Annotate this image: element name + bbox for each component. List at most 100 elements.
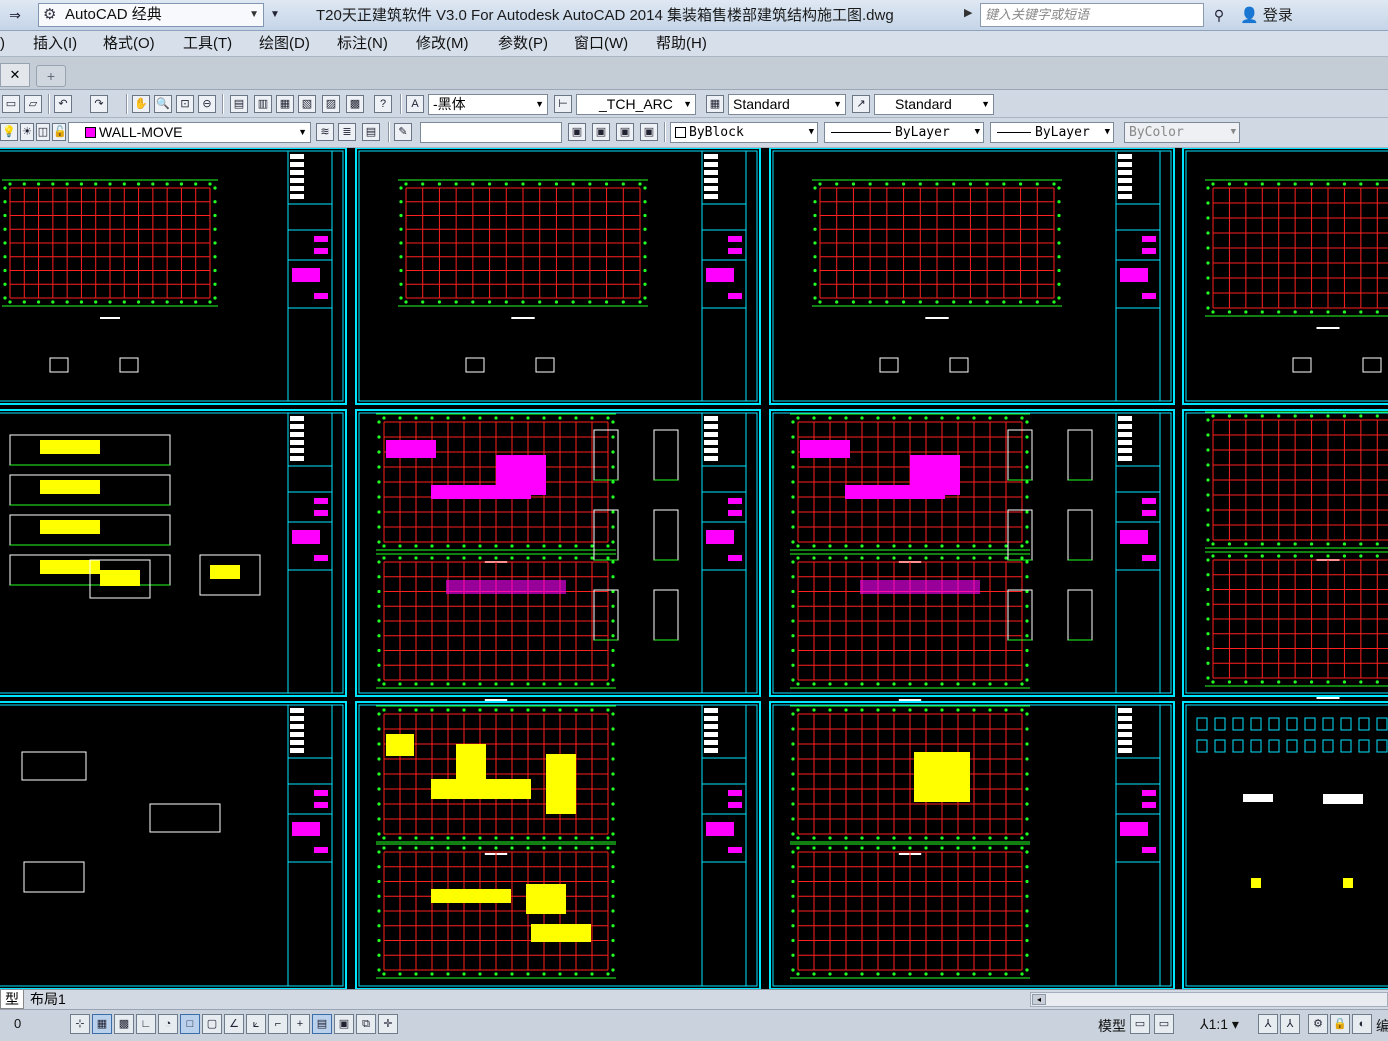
detail-section (653, 589, 679, 641)
new-document-tab-icon[interactable]: + (36, 65, 66, 87)
menu-item-window[interactable]: 窗口(W) (574, 31, 628, 57)
lineweight-select[interactable]: ByLayer ▼ (990, 122, 1114, 143)
tab-layout1[interactable]: 布局1 (26, 990, 70, 1009)
document-tab-close-icon[interactable]: ✕ (0, 63, 30, 87)
annotation-monitor-icon[interactable]: ✛ (378, 1014, 398, 1034)
infer-constraints-icon[interactable]: ⊹ (70, 1014, 90, 1034)
layer-viewport-icon[interactable]: ◫ (36, 123, 50, 141)
chevron-down-icon: ▼ (298, 127, 307, 137)
otrack-icon[interactable]: ∠ (224, 1014, 244, 1034)
workspace-selector[interactable]: ⚙ AutoCAD 经典 ▼ (38, 3, 264, 27)
layer-select[interactable]: WALL-MOVE ▼ (68, 122, 311, 143)
menu-item-edit-partial[interactable]: ) (0, 31, 5, 57)
chevron-right-icon[interactable]: ▶ (964, 6, 972, 19)
tool-icon-a[interactable]: ▣ (568, 123, 586, 141)
make-current-layer-icon[interactable]: ≋ (316, 123, 334, 141)
annotation-visibility-icon[interactable]: ⅄ (1258, 1014, 1278, 1034)
linetype-select[interactable]: ByLayer ▼ (824, 122, 984, 143)
axis-bubble (892, 836, 896, 840)
multileader-style-icon[interactable]: ↗ (852, 95, 870, 113)
tab-model[interactable]: 型 (0, 990, 24, 1009)
sheet-set-icon[interactable]: ▧ (298, 95, 316, 113)
ortho-mode-icon[interactable]: ∟ (136, 1014, 156, 1034)
quick-properties-icon[interactable]: ▣ (334, 1014, 354, 1034)
horizontal-scrollbar[interactable]: ◂ (1030, 992, 1388, 1007)
lineweight-toggle-icon[interactable]: + (290, 1014, 310, 1034)
menu-item-dimension[interactable]: 标注(N) (337, 31, 388, 57)
model-space-label[interactable]: 模型 (1098, 1016, 1126, 1036)
axis-bubble (1293, 554, 1297, 558)
edit-text-icon[interactable]: ✎ (394, 123, 412, 141)
quick-access-redo-icon[interactable]: ⇒ (2, 4, 28, 26)
multileader-style-select[interactable]: Standard ▼ (874, 94, 994, 115)
linetype-value: ByLayer (895, 125, 950, 140)
zoom-window-icon[interactable]: ⊡ (176, 95, 194, 113)
menu-item-help[interactable]: 帮助(H) (656, 31, 707, 57)
calculator-icon[interactable]: ▩ (346, 95, 364, 113)
login-button[interactable]: 👤 登录 (1240, 0, 1293, 31)
layer-states-icon[interactable]: ▤ (362, 123, 380, 141)
object-snap-icon[interactable]: □ (180, 1014, 200, 1034)
menu-item-tools[interactable]: 工具(T) (183, 31, 232, 57)
search-input[interactable]: 键入关键字或短语 (980, 3, 1204, 27)
menu-item-format[interactable]: 格式(O) (103, 31, 155, 57)
quick-access-dropdown-icon[interactable]: ▼ (262, 4, 288, 26)
menu-item-draw[interactable]: 绘图(D) (259, 31, 310, 57)
axis-bubble (611, 465, 615, 469)
undo-icon[interactable]: ↶ (54, 95, 72, 113)
pan-icon[interactable]: ✋ (132, 95, 150, 113)
snap-mode-icon[interactable]: ▦ (92, 1014, 112, 1034)
zoom-previous-icon[interactable]: ⊖ (198, 95, 216, 113)
help-icon[interactable]: ? (374, 95, 392, 113)
menu-item-modify[interactable]: 修改(M) (416, 31, 469, 57)
layer-on-icon[interactable]: 💡 (0, 123, 18, 141)
tool-icon-b[interactable]: ▣ (592, 123, 610, 141)
menu-item-insert[interactable]: 插入(I) (33, 31, 77, 57)
3d-osnap-icon[interactable]: ▢ (202, 1014, 222, 1034)
menu-item-parametric[interactable]: 参数(P) (498, 31, 548, 57)
hardware-acceleration-icon[interactable]: ◐ (1352, 1014, 1372, 1034)
annotation-scale-icon: ⅄ (1200, 1016, 1209, 1032)
axis-bubble (828, 846, 832, 850)
dynamic-input-icon[interactable]: ⌐ (268, 1014, 288, 1034)
properties-icon[interactable]: ▤ (230, 95, 248, 113)
text-style-select[interactable]: -黑体 ▼ (428, 94, 548, 115)
dynamic-ucs-icon[interactable]: ⟀ (246, 1014, 266, 1034)
text-input-field[interactable] (420, 122, 562, 143)
table-style-icon[interactable]: ▦ (706, 95, 724, 113)
save-icon[interactable]: ▭ (2, 95, 20, 113)
annotation-scale[interactable]: ⅄1:1 ▾ (1200, 1016, 1239, 1033)
auto-scale-icon[interactable]: ⅄ (1280, 1014, 1300, 1034)
axis-bubble (1004, 544, 1008, 548)
workspace-switching-icon[interactable]: ⚙ (1308, 1014, 1328, 1034)
slab-fill (910, 455, 960, 495)
scroll-left-icon[interactable]: ◂ (1032, 994, 1046, 1005)
layer-lock-icon[interactable]: 🔓 (52, 123, 67, 141)
tool-icon-c[interactable]: ▣ (616, 123, 634, 141)
text-style-icon[interactable]: A (406, 95, 424, 113)
layer-previous-icon[interactable]: ≣ (338, 123, 356, 141)
binoculars-icon[interactable]: ⚲ (1206, 4, 1232, 26)
save-as-icon[interactable]: ▱ (24, 95, 42, 113)
color-select[interactable]: ByBlock ▼ (670, 122, 818, 143)
design-center-icon[interactable]: ▥ (254, 95, 272, 113)
quick-view-drawings-icon[interactable]: ▭ (1154, 1014, 1174, 1034)
transparency-icon[interactable]: ▤ (312, 1014, 332, 1034)
dim-style-select[interactable]: _TCH_ARC ▼ (576, 94, 696, 115)
dim-style-icon[interactable]: ⊢ (554, 95, 572, 113)
markup-icon[interactable]: ▨ (322, 95, 340, 113)
redo-icon[interactable]: ↷ (90, 95, 108, 113)
tool-palettes-icon[interactable]: ▦ (276, 95, 294, 113)
polar-tracking-icon[interactable]: ◔ (158, 1014, 178, 1034)
plotstyle-select[interactable]: ByColor ▼ (1124, 122, 1240, 143)
lock-ui-icon[interactable]: 🔒 (1330, 1014, 1350, 1034)
table-style-select[interactable]: Standard ▼ (728, 94, 846, 115)
zoom-realtime-icon[interactable]: 🔍 (154, 95, 172, 113)
tool-icon-d[interactable]: ▣ (640, 123, 658, 141)
model-space-canvas[interactable] (0, 148, 1388, 989)
selection-cycling-icon[interactable]: ⧉ (356, 1014, 376, 1034)
quick-view-layouts-icon[interactable]: ▭ (1130, 1014, 1150, 1034)
layer-freeze-icon[interactable]: ☀ (20, 123, 34, 141)
axis-bubble (908, 972, 912, 976)
grid-display-icon[interactable]: ▩ (114, 1014, 134, 1034)
